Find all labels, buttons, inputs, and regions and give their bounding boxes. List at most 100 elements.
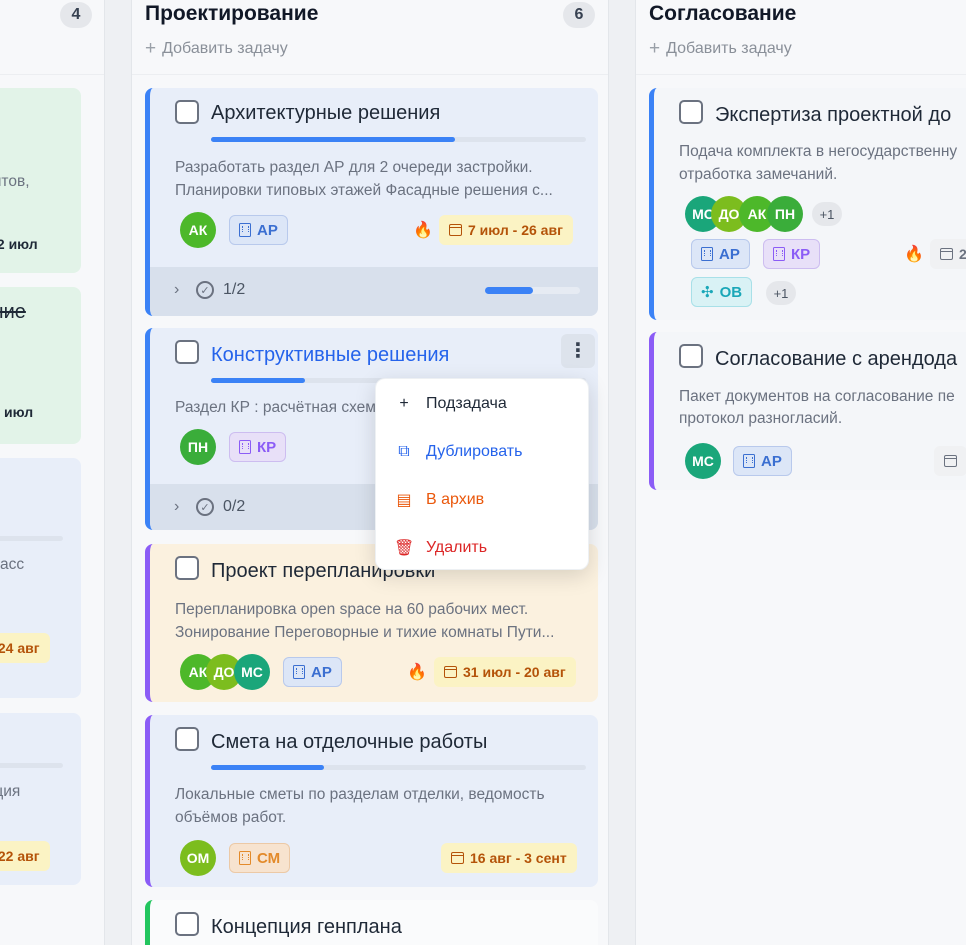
calendar-icon [451, 852, 464, 864]
avatar[interactable]: ОМ [180, 840, 216, 876]
tag-label: АР [311, 663, 332, 681]
calendar-icon [944, 455, 957, 467]
menu-item-label: Дублировать [426, 443, 523, 460]
task-checkbox[interactable] [679, 344, 703, 368]
task-checkbox[interactable] [175, 100, 199, 124]
building-icon [701, 247, 713, 261]
menu-item-duplicate[interactable]: ⧉ Дублировать [376, 428, 588, 476]
task-card[interactable]: Согласование с арендода Пакет документов… [649, 332, 966, 490]
fan-icon: ✣ [701, 284, 714, 301]
task-date-badge: вг - 22 авг [0, 841, 50, 871]
task-date: 31 июл - 20 авг [463, 664, 566, 680]
menu-item-label: Подзадача [426, 395, 507, 412]
task-title[interactable]: Экспертиза проектной до [715, 104, 951, 127]
building-icon [293, 665, 305, 679]
task-date: 7 июл - 26 авг [468, 222, 563, 238]
task-description: Пакет документов на согласование пе [679, 388, 955, 405]
column-divider [0, 74, 104, 75]
task-description: протокол разногласий. [679, 410, 843, 427]
menu-item-label: В архив [426, 491, 485, 508]
task-date: вг - 24 авг [0, 640, 40, 656]
avatar[interactable]: ПН [180, 429, 216, 465]
column-count-badge: 6 [563, 2, 595, 28]
tag-ar[interactable]: АР [691, 239, 750, 269]
task-card[interactable]: Экспертиза проектной до Подача комплекта… [649, 88, 966, 320]
tag-ar[interactable]: АР [229, 215, 288, 245]
task-description: Подача комплекта в негосударственну [679, 143, 958, 160]
tag-ov[interactable]: ✣ ОВ [691, 277, 753, 307]
tag-ar[interactable]: АР [283, 657, 342, 687]
archive-icon: ▤ [396, 492, 412, 509]
task-card[interactable]: ксация вг - 22 авг [0, 713, 81, 885]
add-task-button[interactable]: + Добавить задачу [649, 38, 792, 60]
menu-item-archive[interactable]: ▤ В архив [376, 476, 588, 524]
avatar[interactable]: ПН [767, 196, 803, 232]
tag-label: СМ [257, 849, 281, 867]
tag-kr[interactable]: КР [763, 239, 821, 269]
column-count-badge: 4 [60, 2, 92, 28]
plus-icon: + [145, 38, 157, 59]
avatars-more-badge[interactable]: +1 [812, 202, 842, 226]
building-icon [239, 440, 251, 454]
task-date-badge [934, 446, 966, 476]
task-date-badge: 31 июл - 20 авг [434, 657, 576, 687]
task-date: н - 2 июл [0, 236, 38, 252]
building-icon [743, 454, 755, 468]
task-card[interactable]: вание й, - 29 июл [0, 287, 81, 444]
task-card[interactable]: и класс вг - 24 авг [0, 458, 81, 698]
tag-label: КР [257, 438, 277, 456]
subtask-count: 1/2 [223, 281, 246, 298]
task-checkbox[interactable] [679, 100, 703, 124]
tag-kr[interactable]: КР [229, 432, 287, 462]
task-title[interactable]: Архитектурные решения [211, 102, 440, 125]
avatar[interactable]: МС [234, 654, 270, 690]
task-card[interactable]: Архитектурные решения Разработать раздел… [145, 88, 598, 316]
tag-ar[interactable]: АР [733, 446, 792, 476]
task-checkbox[interactable] [175, 727, 199, 751]
subtask-check-icon: ✓ [196, 498, 214, 516]
task-description: ксация [0, 783, 21, 800]
task-description: Зонирование Переговорные и тихие комнаты… [175, 624, 555, 641]
tag-label: АР [257, 221, 278, 239]
task-description: Раздел КР : расчётная схем [175, 399, 376, 416]
task-checkbox[interactable] [175, 556, 199, 580]
task-description: объёмов работ. [175, 809, 287, 826]
task-card[interactable]: Концепция генплана [145, 900, 598, 945]
add-task-button[interactable]: + Добавить задачу [145, 38, 288, 60]
chevron-right-icon[interactable]: › [174, 498, 179, 516]
fire-icon: 🔥 [904, 246, 924, 263]
task-checkbox[interactable] [175, 912, 199, 936]
avatar[interactable]: МС [685, 443, 721, 479]
column-divider [636, 74, 966, 75]
menu-item-subtask[interactable]: + Подзадача [376, 380, 588, 428]
fire-icon: 🔥 [413, 222, 433, 239]
task-description: отработка замечаний. [679, 166, 838, 183]
task-date-badge: вг - 24 авг [0, 633, 50, 663]
task-title[interactable]: Концепция генплана [211, 916, 402, 939]
task-checkbox[interactable] [175, 340, 199, 364]
tag-sm[interactable]: СМ [229, 843, 291, 873]
calendar-icon [444, 666, 457, 678]
card-context-menu: + Подзадача ⧉ Дублировать ▤ В архив 🗑 Удалит… [375, 378, 589, 570]
task-title[interactable]: Согласование с арендода [715, 348, 957, 371]
building-icon [239, 851, 251, 865]
task-description: Перепланировка open space на 60 рабочих … [175, 601, 529, 618]
task-date-badge: 16 авг - 3 сент [441, 843, 577, 873]
more-vertical-icon[interactable]: ⋮ [561, 334, 595, 368]
fire-icon: 🔥 [407, 664, 427, 681]
task-card[interactable]: грунтов, н - 2 июл [0, 88, 81, 273]
kanban-column-approval: Согласование + Добавить задачу Экспертиза… [635, 0, 966, 945]
task-progress [0, 536, 63, 541]
chevron-right-icon[interactable]: › [174, 281, 179, 299]
menu-item-delete[interactable]: 🗑 Удалить [376, 524, 588, 572]
task-card[interactable]: Смета на отделочные работы Локальные сме… [145, 715, 598, 887]
task-progress [211, 137, 586, 142]
tag-label: АР [719, 245, 740, 263]
task-date: - 29 июл [0, 404, 34, 420]
subtasks-footer[interactable]: › ✓ 1/2 [150, 267, 598, 316]
tags-more-badge[interactable]: +1 [766, 281, 796, 305]
avatar[interactable]: АК [180, 212, 216, 248]
task-date-badge: 2 [930, 239, 966, 269]
task-title[interactable]: Конструктивные решения [211, 344, 449, 367]
task-title[interactable]: Смета на отделочные работы [211, 731, 487, 754]
